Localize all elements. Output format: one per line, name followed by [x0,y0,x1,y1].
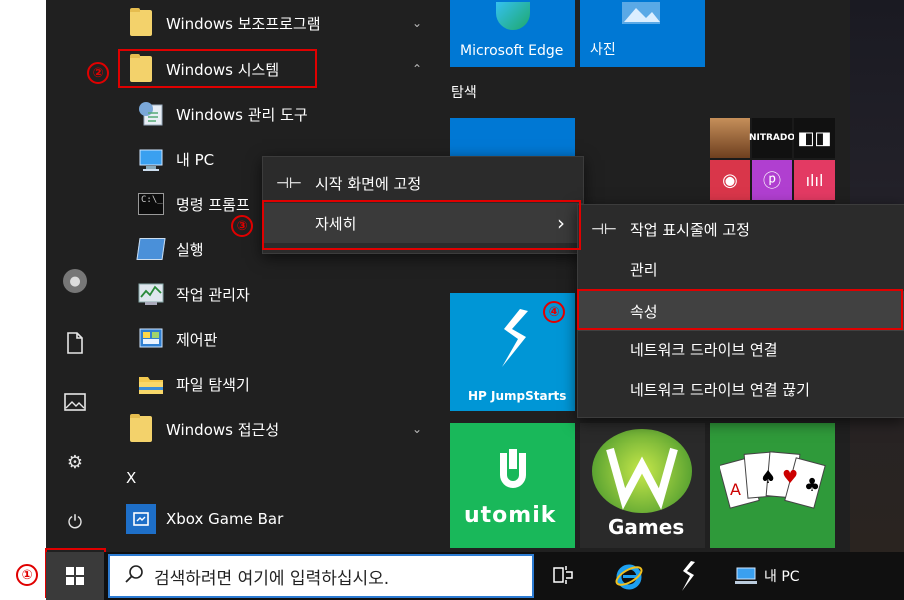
tile-label: utomik [464,503,557,528]
svg-text:♣: ♣ [804,475,820,496]
taskbar: 검색하려면 여기에 입력하십시오. 내 PC [46,552,904,600]
tile-label: Microsoft Edge [460,43,564,59]
app-item-label: 작업 관리자 [176,285,250,304]
app-item-task-manager[interactable]: 작업 관리자 [136,273,440,315]
chevron-up-icon: ⌃ [411,62,422,76]
annotation-number-1: ① [16,564,38,586]
windows-logo-icon [66,567,84,585]
dolby-icon: ◧◨ [794,118,835,158]
app-item-label: 파일 탐색기 [176,375,250,394]
hp-jumpstarts-taskbar-icon[interactable] [678,560,698,596]
app-item-xbox-game-bar[interactable]: Xbox Game Bar [126,498,440,540]
annotation-box-2 [118,49,317,88]
submenu-item-label: 네트워크 드라이브 연결 끊기 [630,380,810,399]
tile-games[interactable]: Games [580,423,705,548]
this-pc-icon [136,144,166,174]
tile-label: 사진 [590,42,616,58]
submenu-item-label: 작업 표시줄에 고정 [630,220,750,239]
svg-text:♠: ♠ [760,467,776,488]
tile-blue[interactable] [450,118,575,158]
folder-icon [126,8,156,38]
xbox-game-bar-icon [126,504,156,534]
game-thumbnail-icon [710,118,750,158]
edge-logo-icon [496,2,530,30]
wild-tangent-logo-icon [592,429,692,513]
annotation-number-2: ② [87,62,109,84]
tile-utomik[interactable]: utomik [450,423,575,548]
app-item-label: 실행 [176,240,204,259]
this-pc-icon [735,567,757,584]
app-item-admin-tools[interactable]: Windows 관리 도구 [136,93,440,135]
run-icon [136,234,166,264]
task-view-icon[interactable] [552,564,574,591]
annotation-box-4 [577,289,903,330]
submenu-item-label: 네트워크 드라이브 연결 [630,340,778,359]
internet-explorer-icon[interactable] [614,561,644,595]
app-item-label: 명령 프롬프 [176,195,250,214]
app-item-windows-accessibility[interactable]: Windows 접근성 ⌄ [126,408,440,450]
control-panel-icon [136,324,166,354]
annotation-number-4: ④ [543,301,565,323]
documents-icon[interactable] [60,328,90,358]
app-item-label: Windows 보조프로그램 [166,14,321,33]
utomik-logo-icon [494,449,532,497]
search-icon [124,564,144,588]
tile-group-label: 탐색 [451,85,477,101]
app-item-label: Windows 접근성 [166,420,280,439]
tile-label: HP JumpStarts [468,389,567,403]
app-item-control-panel[interactable]: 제어판 [136,318,440,360]
app-item-label: Windows 관리 도구 [176,105,308,124]
file-explorer-icon [136,369,166,399]
app-item-windows-accessories[interactable]: Windows 보조프로그램 ⌄ [126,2,440,44]
settings-gear-icon[interactable]: ⚙ [60,447,90,477]
camera-icon: ◉ [710,160,750,200]
folder-icon [126,414,156,444]
search-box[interactable]: 검색하려면 여기에 입력하십시오. [108,554,534,598]
photos-icon [622,2,660,24]
svg-text:♥: ♥ [782,467,798,488]
solitaire-cards-icon: A ♠ ♥ ♣ [718,443,826,537]
tile-solitaire[interactable]: A ♠ ♥ ♣ [710,423,835,548]
pin-icon: ⊣⊢ [590,220,618,238]
submenu-item-map-drive[interactable]: 네트워크 드라이브 연결 [578,329,904,369]
picsart-icon: ⓟ [752,160,792,200]
app-item-file-explorer[interactable]: 파일 탐색기 [136,363,440,405]
pictures-icon[interactable] [60,387,90,417]
annotation-number-3: ③ [231,215,253,237]
tile-photos[interactable]: 사진 [580,0,705,67]
app-list-letter-header[interactable]: X [126,457,186,499]
tile-microsoft-edge[interactable]: Microsoft Edge [450,0,575,67]
taskbar-button-label: 내 PC [764,569,800,585]
hp-jumpstarts-logo-icon [494,307,534,373]
context-item-pin-start[interactable]: ⊣⊢ 시작 화면에 고정 [263,163,583,203]
audio-wave-icon: ılıl [794,160,835,200]
user-avatar-icon[interactable]: ● [60,266,90,296]
submenu-item-pin-taskbar[interactable]: ⊣⊢ 작업 표시줄에 고정 [578,209,904,249]
chevron-down-icon: ⌄ [411,16,422,30]
app-item-label: Xbox Game Bar [166,510,284,528]
nitrado-icon: NITRADO [749,118,795,158]
tile-label: Games [608,515,685,539]
admin-tools-icon [136,99,166,129]
start-button[interactable] [46,552,104,600]
context-item-label: 시작 화면에 고정 [315,174,422,193]
pin-icon: ⊣⊢ [275,174,303,192]
app-item-label: 내 PC [176,150,215,169]
submenu-item-disconnect-drive[interactable]: 네트워크 드라이브 연결 끊기 [578,369,904,409]
submenu-item-manage[interactable]: 관리 [578,249,904,289]
power-icon[interactable]: ⏻ [60,507,90,537]
submenu-item-label: 관리 [630,260,658,279]
annotation-box-3 [262,200,581,250]
letter-label: X [126,469,137,487]
task-manager-icon [136,279,166,309]
app-item-label: 제어판 [176,330,218,349]
svg-text:A: A [730,480,741,499]
search-placeholder: 검색하려면 여기에 입력하십시오. [154,568,390,589]
command-prompt-icon: C:\_ [136,189,166,219]
chevron-down-icon: ⌄ [411,422,422,436]
this-pc-taskbar-button[interactable]: 내 PC [734,566,800,586]
